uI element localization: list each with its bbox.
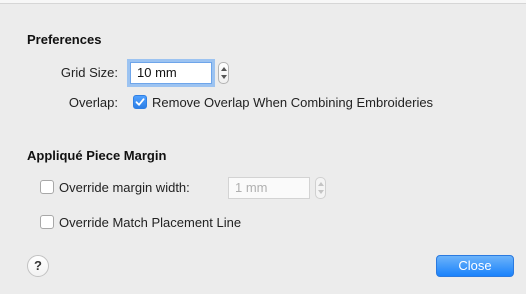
stepper-up-icon[interactable] bbox=[221, 67, 227, 71]
preferences-section-title: Preferences bbox=[27, 32, 102, 47]
override-placement-checkbox[interactable] bbox=[40, 215, 54, 229]
override-margin-checkbox[interactable] bbox=[40, 180, 54, 194]
top-divider bbox=[0, 0, 526, 4]
overlap-label: Overlap: bbox=[68, 95, 118, 110]
margin-width-input[interactable]: 1 mm bbox=[228, 177, 310, 199]
override-placement-label[interactable]: Override Match Placement Line bbox=[59, 215, 241, 230]
stepper-up-icon[interactable] bbox=[318, 182, 324, 186]
stepper-down-icon[interactable] bbox=[221, 75, 227, 79]
grid-size-label: Grid Size: bbox=[60, 65, 118, 80]
help-button[interactable]: ? bbox=[27, 255, 49, 277]
close-button[interactable]: Close bbox=[436, 255, 514, 277]
stepper-down-icon[interactable] bbox=[318, 190, 324, 194]
preferences-dialog: Preferences Grid Size: 10 mm Overlap: Re… bbox=[0, 0, 526, 294]
grid-size-input[interactable]: 10 mm bbox=[130, 62, 212, 84]
checkmark-icon bbox=[135, 98, 145, 106]
override-margin-label[interactable]: Override margin width: bbox=[59, 180, 190, 195]
question-mark-icon: ? bbox=[34, 258, 42, 273]
margin-width-stepper[interactable] bbox=[315, 177, 326, 199]
remove-overlap-checkbox[interactable] bbox=[133, 95, 147, 109]
grid-size-stepper[interactable] bbox=[218, 62, 229, 84]
applique-section-title: Appliqué Piece Margin bbox=[27, 148, 167, 163]
remove-overlap-label[interactable]: Remove Overlap When Combining Embroideri… bbox=[152, 95, 433, 110]
